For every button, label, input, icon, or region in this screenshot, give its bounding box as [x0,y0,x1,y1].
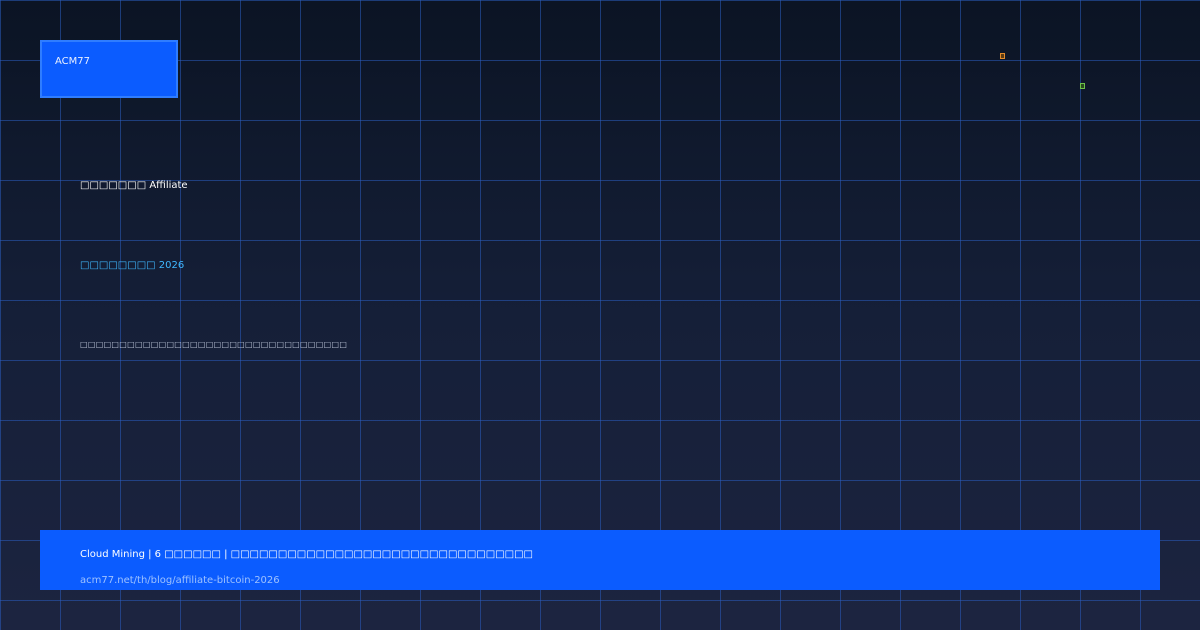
hero-description: □□□□□□□□□□□□□□□□□□□□□□□□□□□□□□□□□□ [80,340,348,349]
orange-square-icon [1000,53,1005,59]
footer-banner: Cloud Mining | 6 □□□□□□ | □□□□□□□□□□□□□□… [40,530,1160,590]
footer-title: Cloud Mining | 6 □□□□□□ | □□□□□□□□□□□□□□… [80,549,533,560]
logo-text: ACM77 [55,56,90,67]
footer-url: acm77.net/th/blog/affiliate-bitcoin-2026 [80,575,280,586]
green-square-icon [1080,83,1085,89]
logo-badge: ACM77 [40,40,178,98]
hero-headline: □□□□□□□ Affiliate [80,180,188,191]
hero-subline: □□□□□□□□ 2026 [80,260,185,271]
